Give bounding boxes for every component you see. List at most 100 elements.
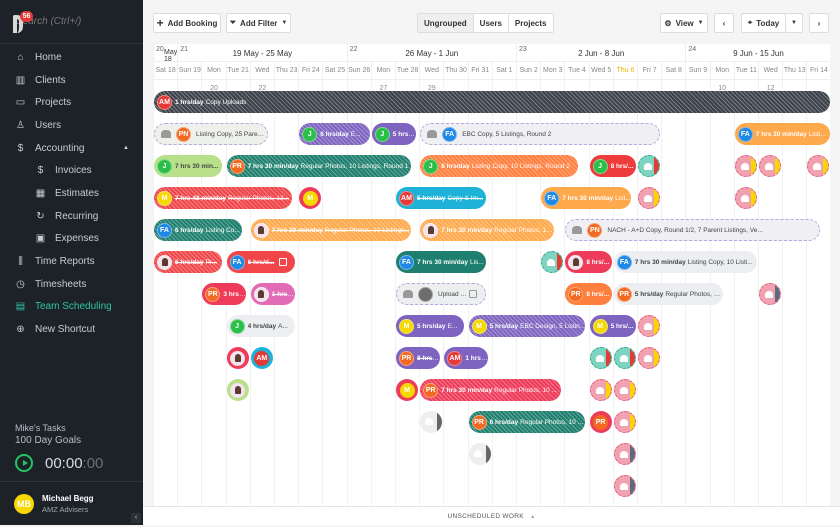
search-input[interactable] xyxy=(16,16,150,27)
booking-title: Listing Copy, 10 Listings, Round 2 xyxy=(471,162,570,170)
booking-bar[interactable]: FA 7 hrs 30 min/day Listing Copy, 10 Listi… xyxy=(613,251,757,273)
add-filter-button[interactable]: ⏷ Add Filter ▼ xyxy=(226,13,291,33)
booking-bar[interactable]: J6 hrs/day Listing Copy, 10 Listings, Rou… xyxy=(420,155,578,177)
booking-bar[interactable]: 7 hrs 30 min/day Regular Photos, 10 Listi… xyxy=(250,219,411,241)
sidebar-item-home[interactable]: ⌂ Home xyxy=(0,46,143,69)
unscheduled-work-toggle[interactable]: UNSCHEDULED WORK ▲ xyxy=(143,506,840,525)
unassigned-booking[interactable] xyxy=(613,443,636,465)
user-avatar: PR xyxy=(616,286,632,302)
unassigned-booking[interactable] xyxy=(807,155,830,177)
task-goal[interactable]: 100 Day Goals xyxy=(15,435,103,446)
unassigned-booking[interactable] xyxy=(759,283,781,305)
sidebar-item-timesheets[interactable]: ◷ Timesheets xyxy=(0,273,143,296)
booking-avatar[interactable]: M xyxy=(396,379,418,401)
booking-avatar[interactable] xyxy=(226,379,249,401)
view-button[interactable]: ⚙ View ▼ xyxy=(660,13,708,33)
booking-bar[interactable]: PR 7 hrs 30 min/day Regular Photos, 10 ... xyxy=(420,379,561,401)
unassigned-booking[interactable] xyxy=(638,155,660,177)
unassigned-booking[interactable] xyxy=(420,411,443,433)
booking-bar[interactable]: M5 hrs/day EBC Design, 5 Listin... xyxy=(468,315,586,337)
booking-bar[interactable]: 1 hrs/... xyxy=(250,283,295,305)
booking-bar[interactable]: FA EBC Copy, 5 Listings, Round 2 xyxy=(420,123,661,145)
unassigned-booking[interactable] xyxy=(638,187,660,209)
unassigned-booking[interactable] xyxy=(638,315,660,337)
collapse-sidebar-button[interactable]: ‹ xyxy=(131,513,141,523)
unassigned-booking[interactable] xyxy=(613,475,636,497)
unassigned-booking[interactable] xyxy=(589,379,612,401)
tab-ungrouped[interactable]: Ungrouped xyxy=(418,14,474,32)
booking-hours: 4 hrs/day xyxy=(247,322,277,330)
booking-bar[interactable]: AM 5 hrs/day Copy & Im... xyxy=(396,187,486,209)
sidebar-item-invoices[interactable]: $ Invoices xyxy=(0,159,143,182)
booking-bar[interactable]: J8 hrs/... xyxy=(589,155,636,177)
booking-bar[interactable]: FA 7 hrs 30 min/day Listi... xyxy=(734,123,830,145)
tab-users[interactable]: Users xyxy=(474,14,509,32)
note-icon[interactable] xyxy=(468,290,477,298)
booking-avatar[interactable] xyxy=(226,347,249,369)
day-header-cell: Thu 6 xyxy=(612,62,637,80)
booking-bar[interactable]: FA 7 hrs 30 min/day Lis... xyxy=(396,251,486,273)
booking-bar[interactable]: FA 6 hrs/day Listing Co... xyxy=(154,219,242,241)
sidebar-item-expenses[interactable]: ▣ Expenses xyxy=(0,228,143,251)
previous-button[interactable]: ‹ xyxy=(714,13,734,33)
sidebar-item-users[interactable]: ♙ Users xyxy=(0,114,143,137)
booking-bar[interactable]: J7 hrs 30 min... xyxy=(154,155,223,177)
booking-bar[interactable]: PR 7 hrs 30 min/day Regular Photos, 10 Lis… xyxy=(226,155,411,177)
user-avatar: FA xyxy=(229,254,245,270)
sidebar-item-recurring[interactable]: ↻ Recurring xyxy=(0,205,143,228)
unassigned-booking[interactable] xyxy=(589,347,612,369)
booking-bar[interactable]: J4 hrs/day A... xyxy=(226,315,295,337)
caret-up-icon[interactable]: ▲ xyxy=(123,145,129,151)
unassigned-booking[interactable] xyxy=(613,379,636,401)
scrollbar-gutter[interactable] xyxy=(830,44,840,506)
booking-bar[interactable]: PR5 hrs/dayRegular Photos, 5 Li... xyxy=(613,283,724,305)
booking-bar[interactable]: Upload Tra... xyxy=(396,283,486,305)
sidebar-item-time-reports[interactable]: ⫼ Time Reports xyxy=(0,250,143,273)
unassigned-booking[interactable] xyxy=(759,155,781,177)
next-button[interactable]: › xyxy=(809,13,829,33)
sidebar-item-estimates[interactable]: ▦ Estimates xyxy=(0,182,143,205)
today-dropdown-button[interactable]: ▼ xyxy=(785,13,803,33)
booking-avatar[interactable]: M xyxy=(299,187,322,209)
unassigned-booking[interactable] xyxy=(613,411,636,433)
sidebar-item-new-shortcut[interactable]: ⊕ New Shortcut xyxy=(0,318,143,341)
booking-bar[interactable]: PN NACH - A+D Copy, Round 1/2, 7 Parent L… xyxy=(565,219,820,241)
booking-bar[interactable]: M5 hrs/day E... xyxy=(396,315,465,337)
sidebar-item-projects[interactable]: ▭ Projects xyxy=(0,91,143,114)
booking-bar[interactable]: PR 8 hrs/... xyxy=(565,283,612,305)
play-timer-button[interactable] xyxy=(15,454,33,472)
booking-bar[interactable]: FA 6 hrs/d... xyxy=(226,251,295,273)
booking-bar[interactable]: AM 1 hrs/... xyxy=(444,347,489,369)
sidebar-item-team-scheduling[interactable]: ▤ Team Scheduling xyxy=(0,296,143,319)
note-icon[interactable] xyxy=(278,258,287,266)
booking-bar[interactable]: M7 hrs 48 min/day Regular Photos, 13... xyxy=(154,187,293,209)
booking-avatar[interactable]: PR xyxy=(589,411,612,433)
unassigned-booking[interactable] xyxy=(734,155,757,177)
unassigned-booking[interactable] xyxy=(638,347,660,369)
day-header-cell: Sun 26 xyxy=(346,62,371,80)
sidebar-item-clients[interactable]: ▥ Clients xyxy=(0,69,143,92)
sidebar-item-accounting[interactable]: $ Accounting ▲ xyxy=(0,137,143,160)
tab-projects[interactable]: Projects xyxy=(509,14,553,32)
booking-bar[interactable]: 8 hrs/... xyxy=(565,251,612,273)
booking-bar[interactable]: AM 1 hrs/day Copy Uploads xyxy=(154,91,830,113)
booking-bar[interactable]: 7 hrs 30 min/day Regular Photos, 10 ... xyxy=(420,219,554,241)
booking-bar[interactable]: PR 8 hrs/... xyxy=(396,347,440,369)
add-booking-button[interactable]: + Add Booking xyxy=(153,13,221,33)
booking-avatar[interactable]: AM xyxy=(250,347,273,369)
booking-bar[interactable]: J6 hrs/day E... xyxy=(299,123,370,145)
booking-bar[interactable]: J5 hrs/... xyxy=(371,123,416,145)
unassigned-booking[interactable] xyxy=(468,443,491,465)
booking-bar[interactable]: M5 hrs/... xyxy=(589,315,636,337)
unassigned-booking[interactable] xyxy=(734,187,757,209)
booking-bar[interactable]: 6 hrs/day Pr... xyxy=(154,251,223,273)
today-button[interactable]: ⌖ Today xyxy=(741,13,786,33)
unassigned-booking[interactable] xyxy=(541,251,564,273)
booking-bar[interactable]: PN Listing Copy, 25 Parent L... xyxy=(154,123,269,145)
booking-bar[interactable]: FA 7 hrs 30 min/day List... xyxy=(541,187,632,209)
notification-badge[interactable]: 56 xyxy=(20,10,33,22)
booking-bar[interactable]: PR 6 hrs/day Regular Photos, 10 ... xyxy=(468,411,586,433)
booking-bar[interactable]: PR 3 hrs/... xyxy=(202,283,247,305)
user-profile[interactable]: MB Michael Begg AMZ Advisers xyxy=(0,481,143,525)
unassigned-booking[interactable] xyxy=(613,347,636,369)
